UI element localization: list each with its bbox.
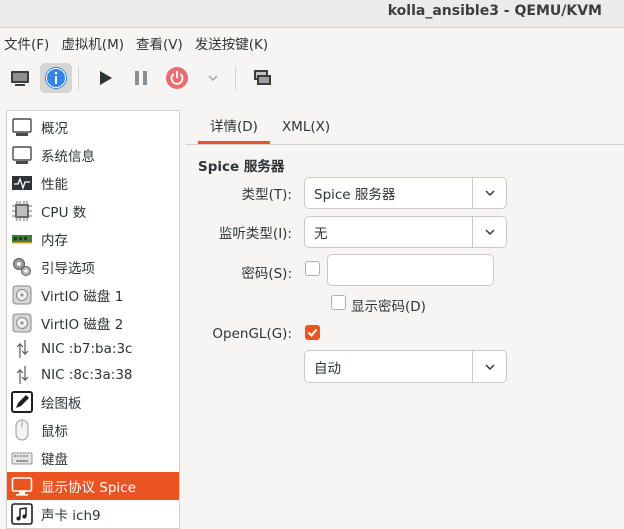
network-icon <box>11 338 33 360</box>
sidebar-item-display-spice[interactable]: 显示协议 Spice <box>7 472 179 500</box>
tab-details[interactable]: 详情(D) <box>198 112 270 144</box>
sidebar-item-label: 系统信息 <box>41 149 95 165</box>
type-label: 类型(T): <box>241 187 292 203</box>
sidebar-item-label: 显示协议 Spice <box>41 480 136 496</box>
type-value: Spice 服务器 <box>314 187 396 203</box>
monitor-icon <box>11 116 33 138</box>
detail-tabs: 详情(D) XML(X) <box>198 112 342 144</box>
memory-icon <box>11 228 33 250</box>
hardware-list: 概况 系统信息 性能 CPU 数 内存 引导选项 VirtIO 磁盘 1 Vir… <box>6 110 180 529</box>
sidebar-item-tablet[interactable]: 绘图板 <box>7 388 179 416</box>
cpu-icon <box>11 200 33 222</box>
menu-send-key[interactable]: 发送按键(K) <box>191 33 272 53</box>
opengl-renderer-value: 自动 <box>314 360 341 377</box>
sidebar-item-label: 概况 <box>41 121 68 137</box>
console-button[interactable] <box>4 63 36 93</box>
snapshots-button[interactable] <box>246 63 278 93</box>
tab-xml[interactable]: XML(X) <box>270 112 342 144</box>
toolbar-separator <box>235 66 236 90</box>
toolbar <box>0 58 624 98</box>
chevron-down-icon <box>472 351 506 382</box>
chevron-down-icon <box>472 217 506 247</box>
password-checkbox[interactable] <box>305 261 320 276</box>
sidebar-item-performance[interactable]: 性能 <box>7 169 179 197</box>
sidebar-item-label: VirtIO 磁盘 2 <box>41 317 124 333</box>
chevron-down-icon <box>208 75 218 82</box>
sidebar-item-memory[interactable]: 内存 <box>7 225 179 253</box>
keyboard-icon <box>11 447 33 469</box>
menu-file[interactable]: 文件(F) <box>0 33 53 53</box>
listen-type-value: 无 <box>314 226 328 242</box>
section-title: Spice 服务器 <box>198 159 285 175</box>
power-icon <box>166 67 188 89</box>
details-button[interactable] <box>40 63 72 93</box>
sidebar-item-label: 声卡 ich9 <box>41 508 101 524</box>
sidebar-item-label: 鼠标 <box>41 424 68 440</box>
type-combo[interactable]: Spice 服务器 <box>304 177 507 209</box>
show-password-label: 显示密码(D) <box>351 299 426 315</box>
play-icon <box>100 71 112 85</box>
password-field[interactable] <box>327 254 494 286</box>
title-bar: kolla_ansible3 - QEMU/KVM <box>0 0 624 28</box>
sidebar-item-cpu[interactable]: CPU 数 <box>7 197 179 225</box>
sidebar-item-label: VirtIO 磁盘 1 <box>41 289 124 305</box>
pause-button[interactable] <box>125 63 157 93</box>
opengl-renderer-combo[interactable]: 自动 <box>304 350 507 383</box>
sidebar-item-boot-options[interactable]: 引导选项 <box>7 253 179 281</box>
sidebar-item-label: NIC :8c:3a:38 <box>41 367 133 383</box>
info-icon <box>45 67 67 89</box>
sidebar-item-virtio-disk-1[interactable]: VirtIO 磁盘 1 <box>7 281 179 309</box>
sidebar-item-sound[interactable]: 声卡 ich9 <box>7 500 179 528</box>
sidebar-item-label: 引导选项 <box>41 261 95 277</box>
checkmark-icon <box>307 328 318 337</box>
boot-gears-icon <box>11 256 33 278</box>
tablet-icon <box>11 391 33 413</box>
pause-icon <box>135 71 147 85</box>
shutdown-button[interactable] <box>161 63 193 93</box>
sidebar-item-label: 绘图板 <box>41 396 82 412</box>
snapshot-icon <box>254 70 271 85</box>
mouse-icon <box>11 419 33 441</box>
display-icon <box>11 475 33 497</box>
sidebar-item-keyboard[interactable]: 键盘 <box>7 444 179 472</box>
performance-icon <box>11 172 33 194</box>
menu-view[interactable]: 查看(V) <box>132 33 187 53</box>
run-button[interactable] <box>89 63 121 93</box>
sidebar-item-overview[interactable]: 概况 <box>7 113 179 141</box>
window-title: kolla_ansible3 - QEMU/KVM <box>387 3 602 19</box>
sidebar-item-label: CPU 数 <box>41 205 87 221</box>
disk-icon <box>11 312 33 334</box>
toolbar-separator <box>78 66 79 90</box>
sound-icon <box>11 503 33 525</box>
monitor-icon <box>11 71 29 86</box>
menu-bar: 文件(F) 虚拟机(M) 查看(V) 发送按键(K) <box>0 30 624 56</box>
password-label: 密码(S): <box>241 266 292 282</box>
chevron-down-icon <box>472 178 506 208</box>
sidebar-item-label: 内存 <box>41 233 68 249</box>
sidebar-item-label: 性能 <box>41 177 68 193</box>
sidebar-item-mouse[interactable]: 鼠标 <box>7 416 179 444</box>
network-icon <box>11 364 33 386</box>
sidebar-item-label: 键盘 <box>41 452 68 468</box>
opengl-label: OpenGL(G): <box>212 326 292 342</box>
shutdown-menu-button[interactable] <box>197 63 229 93</box>
sidebar-item-nic-1[interactable]: NIC :b7:ba:3c <box>7 335 179 363</box>
tab-divider <box>186 144 624 145</box>
monitor-icon <box>11 144 33 166</box>
opengl-checkbox[interactable] <box>305 325 320 340</box>
disk-icon <box>11 284 33 306</box>
sidebar-item-nic-2[interactable]: NIC :8c:3a:38 <box>7 361 179 389</box>
listen-type-combo[interactable]: 无 <box>304 216 507 248</box>
show-password-checkbox[interactable] <box>331 295 346 310</box>
menu-vm[interactable]: 虚拟机(M) <box>57 33 128 53</box>
sidebar-item-label: NIC :b7:ba:3c <box>41 341 133 357</box>
sidebar-item-virtio-disk-2[interactable]: VirtIO 磁盘 2 <box>7 309 179 337</box>
listen-type-label: 监听类型(I): <box>218 226 292 242</box>
sidebar-item-system-info[interactable]: 系统信息 <box>7 141 179 169</box>
